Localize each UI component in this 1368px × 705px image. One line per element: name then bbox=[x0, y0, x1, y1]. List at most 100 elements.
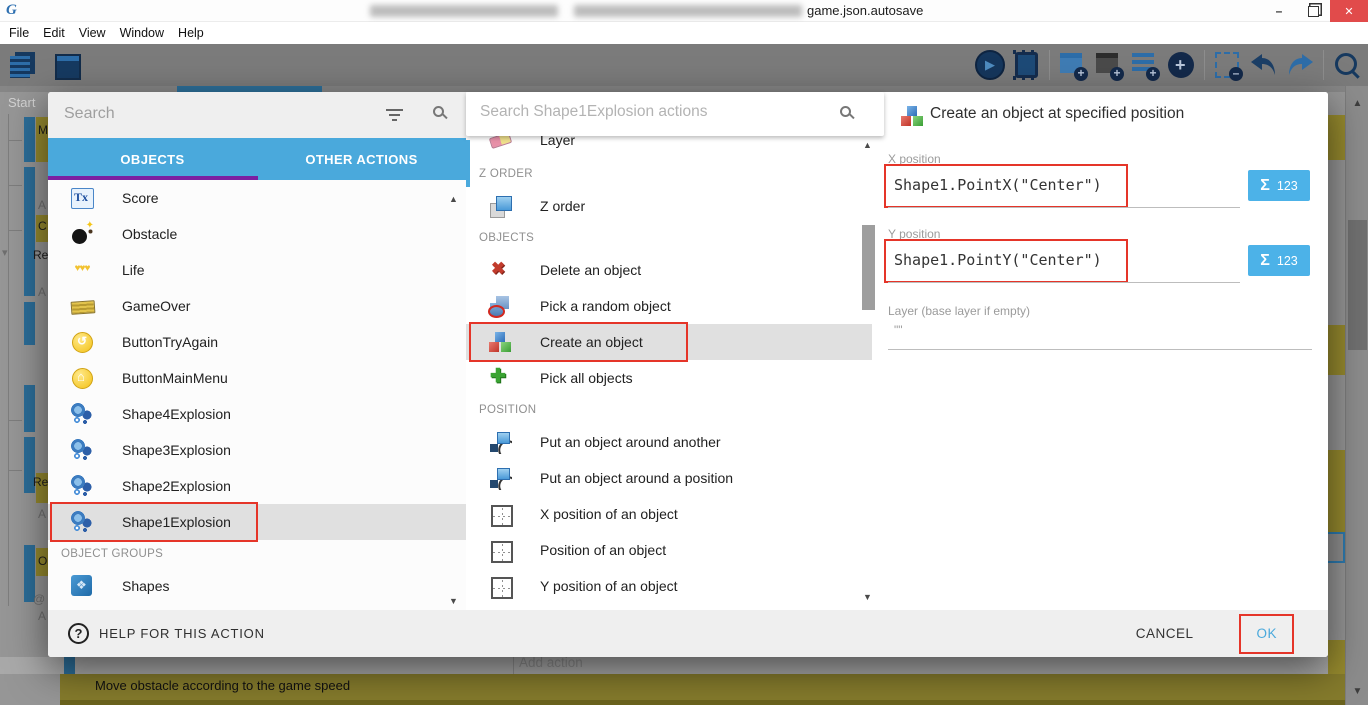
list-item[interactable]: Position of an object bbox=[466, 532, 872, 568]
list-item[interactable]: X position of an object bbox=[466, 496, 872, 532]
event-tree-line bbox=[8, 140, 22, 141]
button-retry-icon bbox=[70, 330, 94, 354]
list-item[interactable]: Score bbox=[48, 180, 466, 216]
list-item[interactable]: Y position of an object bbox=[466, 568, 872, 604]
position-grid-icon bbox=[488, 502, 512, 526]
list-item[interactable]: Delete an object bbox=[466, 252, 872, 288]
list-item[interactable]: Shape1Explosion bbox=[48, 504, 466, 540]
x-expression-builder-button[interactable]: Σ 123 bbox=[1248, 170, 1310, 201]
list-item-label: Delete an object bbox=[540, 262, 641, 278]
restore-icon[interactable] bbox=[1296, 0, 1330, 22]
focused-field-edge bbox=[1326, 532, 1345, 563]
scroll-up-icon[interactable]: ▲ bbox=[863, 140, 872, 150]
shape-circles-icon bbox=[70, 438, 94, 462]
event-color-strip bbox=[24, 117, 35, 162]
scroll-up-icon[interactable]: ▲ bbox=[449, 194, 458, 204]
list-item[interactable]: Put an object around another bbox=[466, 424, 872, 460]
scroll-down-icon[interactable]: ▼ bbox=[863, 592, 872, 602]
project-manager-icon[interactable] bbox=[6, 48, 40, 82]
input-underline bbox=[888, 282, 1240, 283]
scroll-down-icon[interactable]: ▼ bbox=[449, 596, 458, 606]
add-event-icon[interactable] bbox=[1056, 48, 1090, 82]
tab-other-actions[interactable]: OTHER ACTIONS bbox=[257, 138, 466, 180]
play-icon[interactable] bbox=[973, 48, 1007, 82]
help-label: HELP FOR THIS ACTION bbox=[99, 626, 265, 641]
action-chooser-panel: LayerZ ORDERZ orderOBJECTSDelete an obje… bbox=[466, 92, 884, 610]
list-item[interactable]: Shapes bbox=[48, 568, 466, 604]
event-block-edge bbox=[1328, 325, 1345, 375]
action-parameters-panel: Create an object at specified position X… bbox=[884, 92, 1328, 610]
menu-edit[interactable]: Edit bbox=[36, 26, 72, 40]
list-item[interactable]: ButtonTryAgain bbox=[48, 324, 466, 360]
shape-circles-icon bbox=[70, 510, 94, 534]
list-item-label: Create an object bbox=[540, 334, 643, 350]
scrollbar-thumb[interactable] bbox=[862, 225, 875, 310]
search-icon[interactable] bbox=[1330, 48, 1364, 82]
x-position-input[interactable]: Shape1.PointX("Center") bbox=[894, 176, 1102, 194]
help-button[interactable]: ? HELP FOR THIS ACTION bbox=[68, 623, 265, 644]
close-icon[interactable] bbox=[1330, 0, 1368, 22]
collapse-caret-icon[interactable]: ▾ bbox=[2, 246, 8, 259]
menu-view[interactable]: View bbox=[72, 26, 113, 40]
pick-all-icon bbox=[488, 366, 512, 390]
search-icon[interactable] bbox=[433, 106, 444, 117]
redo-icon[interactable] bbox=[1283, 48, 1317, 82]
add-sub-event-icon[interactable] bbox=[1092, 48, 1126, 82]
y-position-input[interactable]: Shape1.PointY("Center") bbox=[894, 251, 1102, 269]
input-underline bbox=[888, 207, 1240, 208]
debug-icon[interactable] bbox=[1009, 48, 1043, 82]
add-comment-icon[interactable] bbox=[1128, 48, 1162, 82]
menu-window[interactable]: Window bbox=[113, 26, 171, 40]
list-item[interactable]: Pick all objects bbox=[466, 360, 872, 396]
list-item-label: Position of an object bbox=[540, 542, 666, 558]
search-icon[interactable] bbox=[840, 106, 851, 117]
add-action-row bbox=[0, 657, 1368, 674]
tab-objects[interactable]: OBJECTS bbox=[48, 138, 257, 180]
event-tree-line bbox=[8, 185, 22, 186]
add-new-event-icon[interactable] bbox=[1164, 48, 1198, 82]
minimize-icon[interactable] bbox=[1262, 0, 1296, 22]
section-header: Z ORDER bbox=[466, 160, 872, 188]
position-grid-icon bbox=[488, 574, 512, 598]
object-list: ScoreObstacleLifeGameOverButtonTryAgainB… bbox=[48, 180, 466, 610]
list-item-label: Pick all objects bbox=[540, 370, 633, 386]
action-search-field[interactable]: Search Shape1Explosion actions bbox=[466, 92, 884, 136]
list-item[interactable]: Shape4Explosion bbox=[48, 396, 466, 432]
list-item[interactable]: Shape2Explosion bbox=[48, 468, 466, 504]
undo-icon[interactable] bbox=[1247, 48, 1281, 82]
menu-file[interactable]: File bbox=[2, 26, 36, 40]
scrollbar-thumb[interactable] bbox=[1348, 220, 1367, 350]
life-icon bbox=[70, 258, 94, 282]
list-item[interactable]: Pick a random object bbox=[466, 288, 872, 324]
list-item[interactable]: Obstacle bbox=[48, 216, 466, 252]
toolbar-left-group bbox=[6, 48, 84, 82]
question-mark-icon: ? bbox=[68, 623, 89, 644]
cancel-button[interactable]: CANCEL bbox=[1136, 626, 1194, 641]
ok-highlight-box: OK bbox=[1239, 614, 1294, 654]
scene-editor-icon[interactable] bbox=[50, 48, 84, 82]
list-item-label: Shape3Explosion bbox=[122, 442, 231, 458]
list-item[interactable]: Layer bbox=[466, 133, 872, 160]
add-action-link[interactable]: Add action bbox=[519, 655, 583, 670]
list-item[interactable]: ButtonMainMenu bbox=[48, 360, 466, 396]
list-item[interactable]: GameOver bbox=[48, 288, 466, 324]
list-item[interactable]: Put an object around a position bbox=[466, 460, 872, 496]
filter-icon[interactable] bbox=[386, 109, 403, 122]
list-item-label: X position of an object bbox=[540, 506, 678, 522]
delete-event-icon[interactable] bbox=[1211, 48, 1245, 82]
object-search-field[interactable]: Search bbox=[48, 92, 466, 138]
list-item[interactable]: Z order bbox=[466, 188, 872, 224]
event-block-edge bbox=[1328, 115, 1345, 160]
list-item[interactable]: Shape3Explosion bbox=[48, 432, 466, 468]
list-item[interactable]: Life bbox=[48, 252, 466, 288]
scroll-down-icon[interactable]: ▼ bbox=[1346, 686, 1368, 697]
ok-button[interactable]: OK bbox=[1256, 626, 1277, 641]
list-item-label: Shape1Explosion bbox=[122, 514, 231, 530]
start-page-tab[interactable]: Start bbox=[8, 95, 35, 110]
menu-help[interactable]: Help bbox=[171, 26, 211, 40]
y-expression-builder-button[interactable]: Σ 123 bbox=[1248, 245, 1310, 276]
list-item[interactable]: Create an object bbox=[466, 324, 872, 360]
page-scrollbar[interactable]: ▲ ▼ bbox=[1345, 86, 1368, 705]
scroll-up-icon[interactable]: ▲ bbox=[1346, 98, 1368, 109]
layer-input[interactable]: "" bbox=[894, 323, 903, 337]
